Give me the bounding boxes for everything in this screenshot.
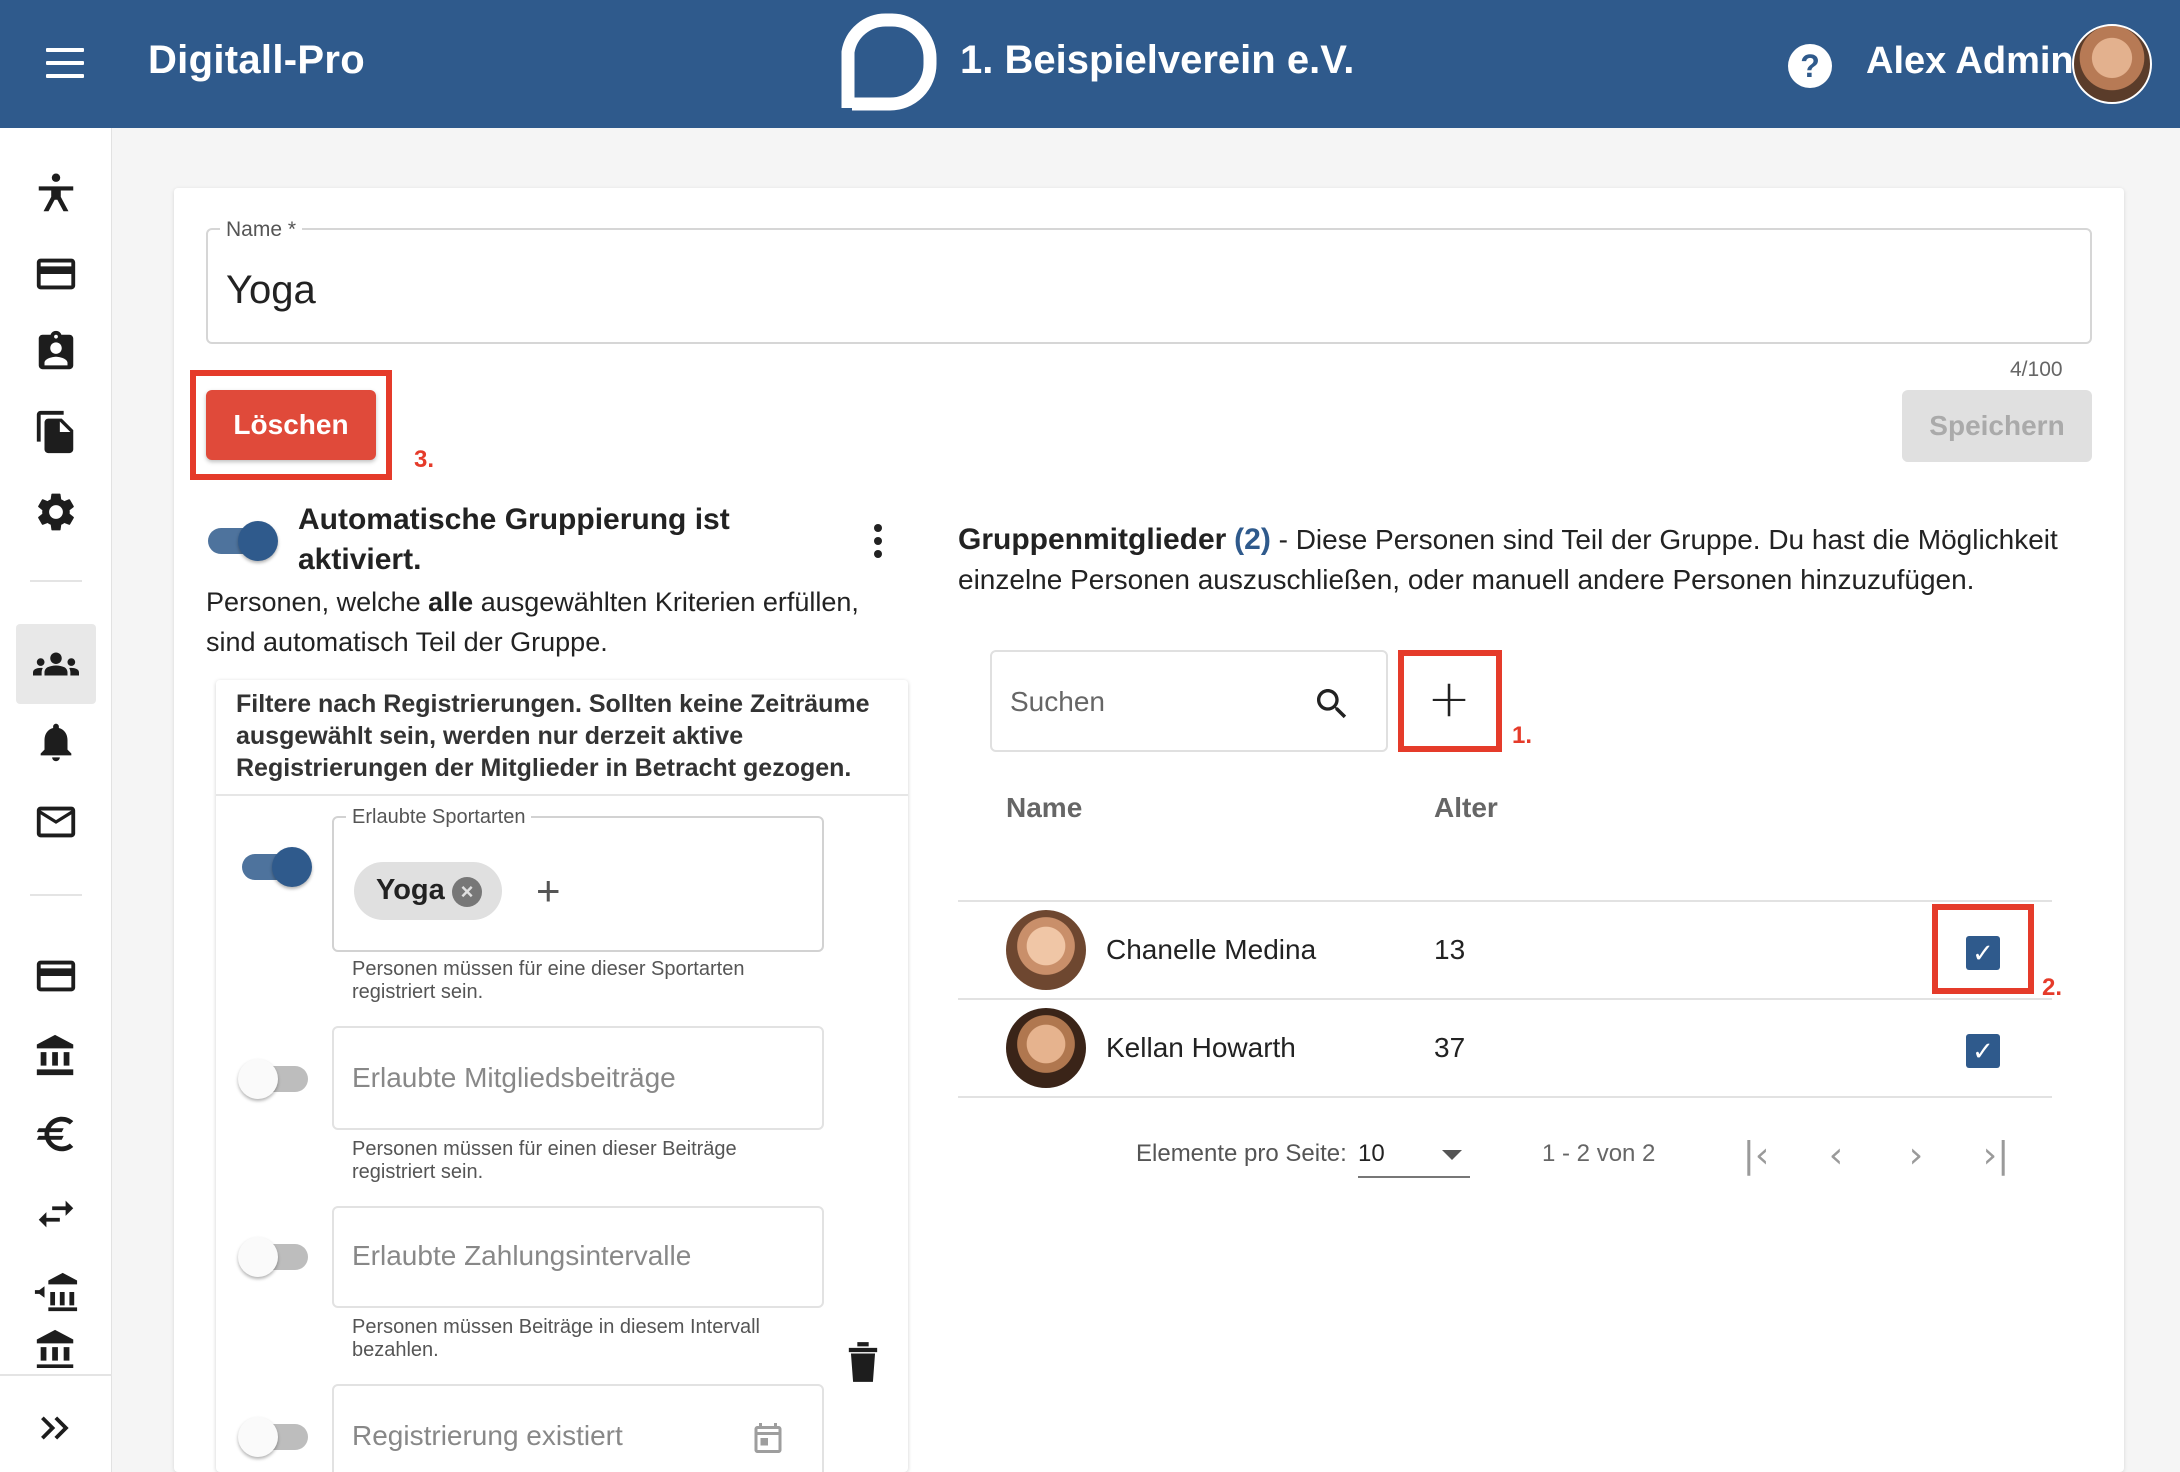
registration-filter-toggle[interactable] <box>238 1412 312 1460</box>
more-options-icon[interactable] <box>864 524 892 564</box>
members-description: Gruppenmitglieder (2) - Diese Personen s… <box>958 523 2058 595</box>
gear-icon[interactable] <box>28 484 84 540</box>
bank-icon[interactable] <box>28 1028 84 1084</box>
annotation-number-1: 1. <box>1512 722 1533 749</box>
member-age: 13 <box>1434 934 1466 965</box>
interval-field-placeholder: Erlaubte Zahlungsintervalle <box>352 1240 692 1271</box>
auto-grouping-title: Automatische Gruppierung ist aktiviert. <box>298 503 730 576</box>
save-button[interactable]: Speichern <box>1902 390 2092 462</box>
member-checkbox[interactable]: ✓ <box>1966 1034 2000 1068</box>
table-divider <box>958 1096 2052 1098</box>
sports-filter-toggle[interactable] <box>238 842 312 890</box>
annotation-number-3: 3. <box>414 446 435 473</box>
bell-icon[interactable] <box>28 714 84 770</box>
member-name[interactable]: Chanelle Medina <box>1106 934 1316 966</box>
member-avatar <box>1006 1008 1086 1088</box>
club-logo <box>841 13 937 111</box>
sidebar-divider <box>0 1374 112 1376</box>
name-field-label: Name * <box>220 218 303 242</box>
chevron-down-icon <box>1442 1150 1462 1160</box>
table-divider <box>958 998 2052 1000</box>
app-title: Digitall-Pro <box>148 38 365 82</box>
double-chevron-right-icon[interactable] <box>28 1400 84 1456</box>
column-header-name[interactable]: Name <box>1006 792 1082 824</box>
club-name: 1. Beispielverein e.V. <box>960 38 1355 82</box>
user-avatar[interactable] <box>2072 24 2152 104</box>
documents-icon[interactable] <box>28 404 84 460</box>
name-field[interactable] <box>206 228 2092 344</box>
filter-note: Filtere nach Registrierungen. Sollten ke… <box>236 690 870 782</box>
character-counter: 4/100 <box>2010 358 2063 381</box>
member-avatar <box>1006 910 1086 990</box>
sport-person-icon[interactable] <box>28 166 84 222</box>
fees-hint: Personen müssen für einen dieser Beiträg… <box>352 1138 737 1183</box>
interval-hint: Personen müssen Beiträge in diesem Inter… <box>352 1316 760 1361</box>
bank-export-icon[interactable] <box>28 1328 84 1368</box>
sidebar-divider <box>30 894 82 896</box>
member-age: 37 <box>1434 1032 1466 1063</box>
table-divider <box>958 900 2052 902</box>
fees-field-placeholder: Erlaubte Mitgliedsbeiträge <box>352 1062 676 1093</box>
interval-filter-toggle[interactable] <box>238 1232 312 1280</box>
annotation-box-checkbox <box>1932 904 2034 994</box>
euro-icon[interactable] <box>28 1106 84 1162</box>
sport-chip-label: Yoga <box>376 874 445 906</box>
transfer-arrows-icon[interactable] <box>28 1186 84 1242</box>
contact-badge-icon[interactable] <box>28 324 84 380</box>
auto-grouping-toggle[interactable] <box>204 516 278 564</box>
mail-icon[interactable] <box>28 794 84 850</box>
menu-icon[interactable] <box>46 48 84 78</box>
credit-card-icon[interactable] <box>28 246 84 302</box>
pagination-range: 1 - 2 von 2 <box>1542 1140 1656 1167</box>
user-name[interactable]: Alex Admin <box>1866 40 2074 83</box>
member-name[interactable]: Kellan Howarth <box>1106 1032 1296 1064</box>
annotation-box-delete <box>190 370 392 480</box>
last-page-icon[interactable]: ›| <box>1974 1136 2018 1176</box>
help-icon[interactable]: ? <box>1788 44 1832 88</box>
add-sport-icon[interactable]: + <box>536 870 561 912</box>
first-page-icon[interactable]: |‹ <box>1734 1136 1778 1176</box>
name-field-value[interactable]: Yoga <box>226 268 316 313</box>
top-app-bar: Digitall-Pro 1. Beispielverein e.V. ? Al… <box>0 0 2180 128</box>
column-header-age[interactable]: Alter <box>1434 792 1498 824</box>
items-per-page-value: 10 <box>1358 1140 1385 1167</box>
filter-divider <box>216 794 908 796</box>
sidebar-divider <box>30 580 82 582</box>
previous-page-icon[interactable]: ‹ <box>1814 1136 1858 1176</box>
chip-remove-icon[interactable]: × <box>452 877 482 907</box>
side-navigation <box>0 128 112 1472</box>
search-placeholder: Suchen <box>1010 686 1105 717</box>
auto-grouping-description: Personen, welche alle ausgewählten Krite… <box>206 587 859 657</box>
registration-field-placeholder: Registrierung existiert <box>352 1420 623 1451</box>
sports-hint: Personen müssen für eine dieser Sportart… <box>352 958 745 1003</box>
next-page-icon[interactable]: › <box>1894 1136 1938 1176</box>
calendar-icon[interactable] <box>750 1420 786 1456</box>
credit-card-icon[interactable] <box>28 948 84 1004</box>
fees-filter-toggle[interactable] <box>238 1054 312 1102</box>
search-icon[interactable] <box>1312 684 1352 724</box>
annotation-box-add <box>1398 650 1502 752</box>
sports-field-label: Erlaubte Sportarten <box>346 806 532 829</box>
trash-icon[interactable] <box>846 1340 880 1384</box>
groups-icon[interactable] <box>28 636 84 692</box>
items-per-page-label: Elemente pro Seite: <box>1136 1140 1347 1167</box>
bank-import-icon[interactable] <box>28 1264 84 1320</box>
